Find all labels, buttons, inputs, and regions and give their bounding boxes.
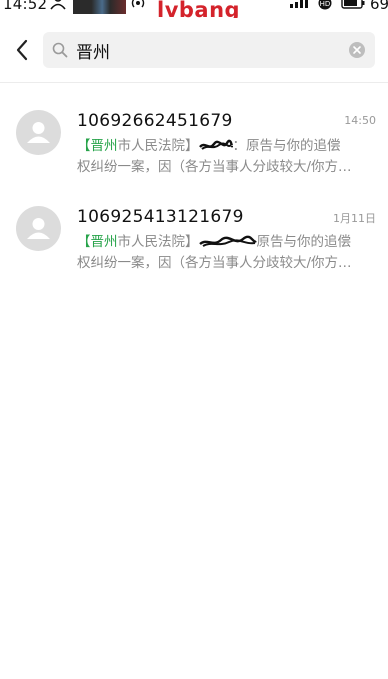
battery-level: 69: [370, 0, 388, 13]
preview-bracket: 【: [77, 234, 91, 250]
preview-bracket: 【: [77, 138, 91, 154]
conversation-item[interactable]: 10692662451679 14:50 【晋州市人民法院】 ：原告与你的追偿 权…: [0, 96, 388, 192]
redaction-scribble: [198, 235, 257, 247]
back-button[interactable]: [8, 34, 36, 66]
hd-icon: HD: [318, 0, 332, 10]
search-highlight: 晋州: [90, 138, 118, 154]
search-header: [0, 18, 388, 83]
search-box[interactable]: [43, 32, 375, 68]
svg-text:HD: HD: [320, 0, 331, 8]
preview-line-1: 【晋州市人民法院】 原告与你的追偿: [77, 232, 373, 253]
preview-line-2: 权纠纷一案，因（各方当事人分歧较大/你方…: [77, 159, 352, 175]
battery-icon: [341, 0, 365, 9]
contact-avatar-icon: [27, 122, 50, 143]
conversation-preview: 【晋州市人民法院】 ：原告与你的追偿 权纠纷一案，因（各方当事人分歧较大/你方…: [77, 136, 373, 178]
status-time: 14:52: [3, 0, 48, 13]
user-icon: [50, 0, 66, 10]
preview-line-1: 【晋州市人民法院】 ：原告与你的追偿: [77, 136, 373, 157]
signal-icon: [290, 0, 308, 8]
conversation-preview: 【晋州市人民法院】 原告与你的追偿 权纠纷一案，因（各方当事人分歧较大/你方…: [77, 232, 373, 274]
conversation-number: 10692662451679: [77, 111, 233, 131]
search-icon: [52, 42, 68, 58]
preview-text: ：原告与你的追偿: [232, 138, 341, 154]
contact-avatar-icon: [27, 218, 50, 239]
notification-thumbnail: [73, 0, 126, 14]
conversation-item[interactable]: 106925413121679 1月11日 【晋州市人民法院】 原告与你的追偿 权…: [0, 192, 388, 288]
status-bar: 14:52 lvbang HD 69: [0, 0, 388, 22]
preview-text: 原告与你的追偿: [256, 234, 352, 250]
avatar: [16, 206, 61, 251]
preview-sender: 市人民法院】: [117, 138, 199, 154]
redaction-scribble: [198, 139, 233, 150]
clear-icon[interactable]: [348, 41, 366, 59]
search-input[interactable]: [76, 32, 336, 68]
avatar: [16, 110, 61, 155]
preview-line-2: 权纠纷一案，因（各方当事人分歧较大/你方…: [77, 255, 352, 271]
preview-sender: 市人民法院】: [117, 234, 199, 250]
conversation-list: 10692662451679 14:50 【晋州市人民法院】 ：原告与你的追偿 权…: [0, 96, 388, 288]
conversation-time: 1月11日: [333, 212, 376, 225]
back-arrow-icon: [16, 39, 28, 61]
conversation-time: 14:50: [344, 114, 376, 127]
conversation-number: 106925413121679: [77, 207, 244, 227]
search-highlight: 晋州: [90, 234, 118, 250]
hotspot-icon: [131, 0, 145, 8]
screen: 14:52 lvbang HD 69 晋州 10692662451679 14:…: [0, 0, 388, 679]
